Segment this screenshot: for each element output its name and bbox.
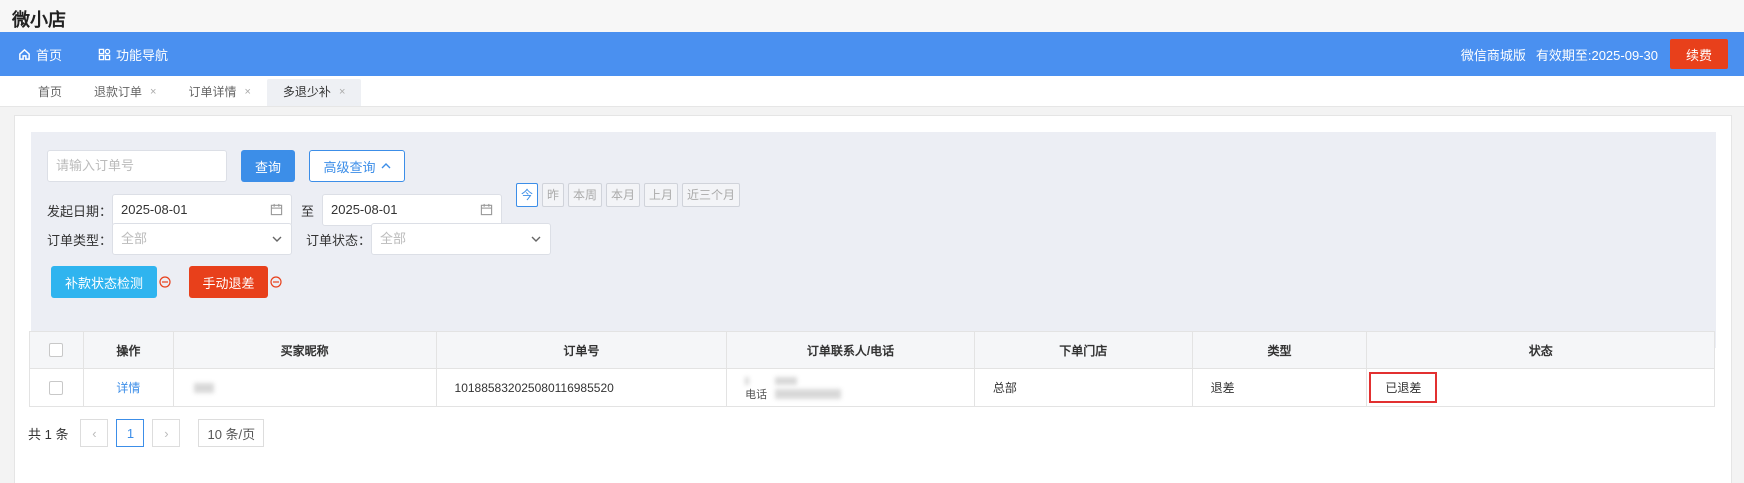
page-size-select[interactable]: 10 条/页 [198, 419, 265, 447]
tab-home[interactable]: 首页 [22, 79, 78, 106]
page-number-current[interactable]: 1 [116, 419, 145, 447]
close-icon[interactable]: × [244, 79, 250, 106]
redacted-contact-name [745, 374, 798, 386]
order-number-input[interactable]: 请输入订单号 [47, 150, 227, 182]
row-select-cell [30, 369, 84, 406]
minus-circle-icon[interactable] [159, 276, 171, 288]
table-header: 操作 买家昵称 订单号 订单联系人/电话 下单门店 类型 状态 [30, 332, 1714, 369]
quick-date-yesterday[interactable]: 昨 [542, 183, 565, 207]
close-icon[interactable]: × [339, 79, 345, 106]
status-cell: 已退差 [1367, 369, 1714, 406]
page-tabs: 首页 退款订单 × 订单详情 × 多退少补 × [0, 76, 1744, 107]
calendar-icon [480, 203, 493, 216]
nav-function-navigation-label: 功能导航 [116, 47, 169, 63]
apps-icon [98, 48, 111, 60]
chevron-up-icon [381, 163, 390, 169]
start-date-label: 发起日期： [47, 204, 113, 219]
phone-label: 电话 [745, 388, 768, 401]
app-title: 微小店 [0, 0, 1744, 32]
contact-phone-cell: 电话 [727, 369, 975, 406]
search-button[interactable]: 查询 [241, 150, 295, 182]
tab-refund-orders[interactable]: 退款订单 × [78, 79, 172, 106]
order-status-value: 全部 [380, 231, 407, 246]
detail-link[interactable]: 详情 [116, 379, 140, 396]
calendar-icon [270, 203, 283, 216]
date-separator: 至 [301, 204, 315, 219]
close-icon[interactable]: × [150, 79, 156, 106]
tab-refund-supplement[interactable]: 多退少补 × [266, 79, 362, 106]
total-count: 共 1 条 [28, 426, 69, 442]
next-page-button[interactable]: › [152, 419, 181, 447]
prev-page-button[interactable]: ‹ [80, 419, 109, 447]
top-navigation-bar: 首页 功能导航 微信商城版 有效期至:2025-09-30 续费 [0, 32, 1744, 76]
order-status-label: 订单状态： [306, 233, 372, 248]
column-header: 状态 [1528, 343, 1553, 358]
column-header: 买家昵称 [174, 332, 437, 368]
column-header: 订单联系人/电话 [727, 332, 975, 368]
buyer-nickname-cell [174, 369, 437, 406]
nav-home-label: 首页 [36, 47, 63, 63]
quick-date-this-week[interactable]: 本周 [568, 183, 603, 207]
quick-date-last-month[interactable]: 上月 [644, 183, 679, 207]
chevron-down-icon [531, 236, 541, 242]
nav-function-navigation[interactable]: 功能导航 [98, 45, 168, 64]
order-status-select[interactable]: 全部 [371, 223, 551, 255]
redacted-phone [775, 388, 842, 399]
action-cell: 详情 [84, 369, 174, 406]
expiry-label: 有效期至:2025-09-30 [1535, 47, 1658, 63]
row-checkbox[interactable] [49, 380, 64, 395]
date-to-value: 2025-08-01 [331, 202, 398, 217]
quick-date-last-three-months[interactable]: 近三个月 [682, 183, 741, 207]
select-all-checkbox[interactable] [49, 343, 64, 357]
order-number-cell: 1018858320250801169855​20 [437, 369, 728, 406]
table-row: 详情 1018858320250801169855​20 电话 总部 退差 已退… [30, 369, 1714, 406]
type-cell: 退差 [1193, 369, 1368, 406]
order-type-label: 订单类型： [47, 233, 113, 248]
tab-label: 多退少补 [282, 85, 331, 99]
quick-date-today[interactable]: 今 [516, 183, 539, 207]
date-from-input[interactable]: 2025-08-01 [112, 194, 292, 226]
column-header: 下单门店 [975, 332, 1193, 368]
payment-status-check-button[interactable]: 补款状态检测 [51, 266, 157, 298]
tab-order-detail[interactable]: 订单详情 × [172, 79, 266, 106]
date-to-input[interactable]: 2025-08-01 [322, 194, 502, 226]
phone-line: 电话 [745, 386, 842, 402]
advanced-search-button[interactable]: 高级查询 [309, 150, 405, 182]
minus-circle-icon[interactable] [270, 276, 282, 288]
tab-label: 订单详情 [188, 85, 237, 99]
column-header: 类型 [1193, 332, 1368, 368]
tab-label: 首页 [38, 85, 63, 99]
edition-label: 微信商城版 [1460, 47, 1526, 63]
chevron-down-icon [272, 236, 282, 242]
quick-date-this-month[interactable]: 本月 [606, 183, 641, 207]
main-content: 请输入订单号 查询 高级查询 发起日期： 2025-08-01 至 2025-0… [14, 115, 1732, 483]
tab-label: 退款订单 [94, 85, 143, 99]
renew-button[interactable]: 续费 [1669, 39, 1728, 69]
redacted-nickname [193, 382, 214, 393]
advanced-search-label: 高级查询 [323, 159, 376, 175]
select-all-cell [30, 332, 84, 368]
date-from-value: 2025-08-01 [121, 202, 188, 217]
order-type-value: 全部 [121, 231, 148, 246]
column-header: 操作 [84, 332, 174, 368]
status-badge: 已退差 [1369, 372, 1438, 403]
manual-refund-difference-button[interactable]: 手动退差 [189, 266, 268, 298]
order-type-select[interactable]: 全部 [112, 223, 292, 255]
pagination: 共 1 条 ‹ 1 › 10 条/页 [28, 418, 265, 448]
store-cell: 总部 [975, 369, 1193, 406]
orders-table: 操作 买家昵称 订单号 订单联系人/电话 下单门店 类型 状态 详情 10188… [29, 331, 1715, 407]
nav-home[interactable]: 首页 [18, 45, 62, 64]
home-icon [19, 48, 30, 60]
column-header: 订单号 [437, 332, 728, 368]
